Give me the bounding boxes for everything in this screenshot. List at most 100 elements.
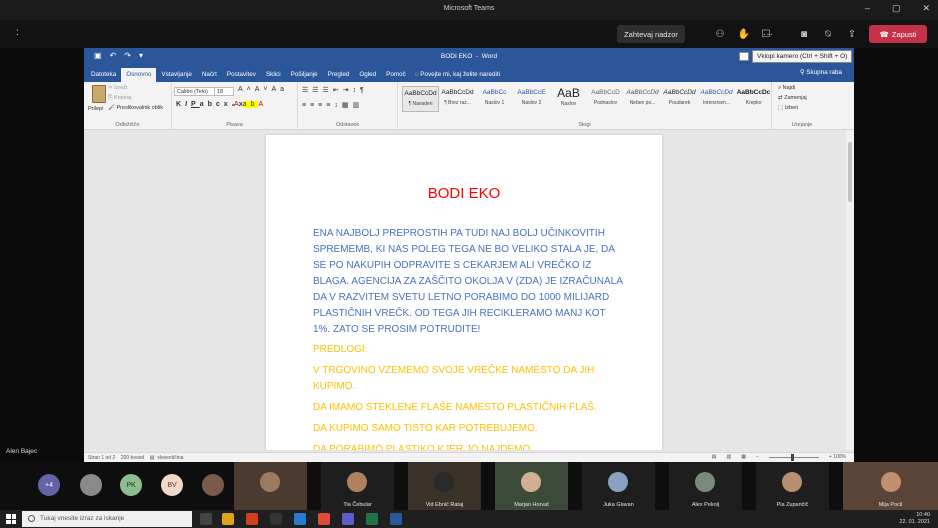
style-gallery-item[interactable]: AaBbCcDd ¶ Brez raz... (439, 86, 476, 112)
tab-pomoc[interactable]: Pomoč (381, 68, 411, 82)
word-icon[interactable] (390, 513, 402, 525)
zoom-out-icon[interactable]: − (756, 454, 759, 460)
avatar[interactable]: PK (120, 474, 142, 496)
scrollbar-thumb[interactable] (848, 142, 852, 202)
camera-icon[interactable]: ◙ (796, 25, 812, 43)
participant-tile[interactable]: Marjan Horvat (495, 462, 568, 510)
style-gallery-item[interactable]: AaBbCcDd Poudarek (661, 86, 698, 112)
taskbar: Tukaj vnesite izraz za iskanje 10:40 22.… (0, 510, 938, 528)
align-buttons[interactable]: ≡≡≡≡↕▦▥ (302, 101, 363, 109)
tab-ogled[interactable]: Ogled (354, 68, 381, 82)
paste-label[interactable]: Prilepi (88, 106, 103, 112)
font-size-select[interactable]: 18 (214, 87, 234, 96)
avatar[interactable] (80, 474, 102, 496)
replace-button[interactable]: ⇄ Zamenjaj (778, 95, 807, 101)
system-tray[interactable]: 10:40 22. 01. 2021 (899, 512, 930, 526)
app-name: Word (481, 53, 498, 60)
tab-vstavljanje[interactable]: Vstavljanje (156, 68, 196, 82)
chrome-icon[interactable] (318, 513, 330, 525)
share-screen-icon[interactable]: ⇪ (844, 25, 860, 43)
zoom-level[interactable]: + 100% (829, 454, 846, 460)
style-name: Naslov 1 (484, 100, 505, 106)
window-controls: – ▢ ✕ (865, 3, 930, 14)
style-gallery-item[interactable]: AaB Naslov (550, 86, 587, 112)
participant-tile[interactable] (234, 462, 307, 510)
task-view-icon[interactable] (200, 513, 212, 525)
more-icon[interactable]: : (16, 27, 19, 38)
participants-icon[interactable]: ⚇ (712, 25, 728, 43)
tab-nacrt[interactable]: Načrt (197, 68, 222, 82)
tab-postavitev[interactable]: Postavitev (222, 68, 261, 82)
tab-datoteka[interactable]: Datoteka (86, 68, 121, 82)
proofing-icon[interactable]: ▤ (150, 455, 155, 461)
vertical-scrollbar[interactable] (846, 130, 854, 450)
participant-strip: +4 PK BV Tia Čebular Vid Ebnič Rataj Mar… (0, 462, 938, 510)
participant-tile[interactable]: Mija Pocil (843, 462, 938, 510)
search-icon (28, 515, 35, 522)
edge-icon[interactable] (294, 513, 306, 525)
leave-label: Zapusti (891, 29, 917, 39)
maximize-icon[interactable]: ▢ (892, 3, 901, 14)
share-button[interactable]: ⚲ Skupna raba (800, 69, 842, 76)
close-icon[interactable]: ✕ (922, 3, 930, 14)
avatar[interactable]: BV (161, 474, 183, 496)
tab-posiljanje[interactable]: Pošiljanje (286, 68, 323, 82)
participant-video (434, 472, 454, 492)
suggestion-item: V TRGOVINO VZEMEMO SVOJE VREČKE NAMESTO … (313, 365, 595, 392)
font-color-buttons[interactable]: AabA (234, 101, 267, 108)
participant-tile[interactable]: Vid Ebnič Rataj (408, 462, 481, 510)
style-gallery-item[interactable]: AaBbCcDd Neben po... (624, 86, 661, 112)
print-layout-icon[interactable]: ▦ (741, 454, 746, 460)
document-page[interactable]: BODI EKO ENA NAJBOLJ PREPROSTIH PA TUDI … (266, 135, 662, 450)
request-control-button[interactable]: Zahtevaj nadzor (617, 25, 685, 43)
focus-icon[interactable]: ▤ (712, 454, 717, 460)
raise-hand-icon[interactable]: ✋ (736, 25, 752, 43)
style-name: Intenziven... (703, 100, 730, 106)
format-painter-button[interactable]: 🖌 Preslikovalnik oblik (108, 105, 163, 111)
tell-me-box[interactable]: ◌ Povejte mi, kaj želite narediti (415, 68, 500, 82)
cut-button[interactable]: ✂ Izreži (108, 85, 127, 91)
style-gallery-item[interactable]: AaBbCcDd Intenziven... (698, 86, 735, 112)
zoom-slider[interactable] (768, 453, 819, 461)
teams-icon[interactable] (342, 513, 354, 525)
list-buttons[interactable]: ☰☰☰⇤⇥↕¶ (302, 86, 368, 94)
tab-osnovno[interactable]: Osnovno (121, 68, 157, 82)
font-size-buttons[interactable]: A˄A˅Aa (238, 86, 288, 93)
style-gallery-item[interactable]: AaBbCcE Naslov 2 (513, 86, 550, 112)
windows-start-icon[interactable] (6, 514, 16, 524)
style-name: Krepko (745, 100, 762, 106)
zoom-knob[interactable] (790, 453, 794, 461)
document-title: BODI EKO (427, 185, 501, 202)
participant-tile[interactable]: Alex Pekolj (669, 462, 742, 510)
copy-button[interactable]: ⎘ Kopiraj (108, 95, 131, 102)
style-gallery-item[interactable]: AaBbCcD Podnaslov (587, 86, 624, 112)
tab-sklici[interactable]: Sklici (261, 68, 286, 82)
minimize-icon[interactable]: – (865, 3, 870, 14)
style-gallery-item[interactable]: AaBbCcDd ¶ Navaden (402, 86, 439, 112)
select-button[interactable]: ⬚ Izberi (778, 105, 798, 111)
find-button[interactable]: ⌕ Najdi (778, 85, 795, 92)
store-icon[interactable] (270, 513, 282, 525)
read-mode-icon[interactable]: ▥ (727, 454, 732, 460)
participant-tile[interactable]: Tia Čebular (321, 462, 394, 510)
more-actions-icon[interactable]: ··· (760, 25, 776, 43)
participant-tile[interactable]: Pia Zupančič (756, 462, 829, 510)
leave-button[interactable]: ☎ Zapusti (869, 25, 927, 43)
office-icon[interactable] (246, 513, 258, 525)
paste-icon[interactable] (92, 85, 106, 103)
style-gallery-item[interactable]: AaBbCc Naslov 1 (476, 86, 513, 112)
share-label: Skupna raba (806, 69, 842, 76)
taskbar-search[interactable]: Tukaj vnesite izraz za iskanje (22, 511, 192, 527)
excel-icon[interactable] (366, 513, 378, 525)
overflow-participants[interactable]: +4 (38, 474, 60, 496)
tab-pregled[interactable]: Pregled (323, 68, 355, 82)
status-right: ▤ ▥ ▦ − + 100% (712, 453, 846, 461)
replace-label: Zamenjaj (784, 95, 807, 101)
avatar[interactable] (202, 474, 224, 496)
style-gallery-item[interactable]: AaBbCcDc Krepko (735, 86, 772, 112)
ribbon-tabs: Datoteka Osnovno Vstavljanje Načrt Posta… (84, 66, 854, 82)
file-explorer-icon[interactable] (222, 513, 234, 525)
participant-avatar (695, 472, 715, 492)
participant-tile[interactable]: Juka Glavan (582, 462, 655, 510)
microphone-icon[interactable]: ⍉ (820, 25, 836, 43)
